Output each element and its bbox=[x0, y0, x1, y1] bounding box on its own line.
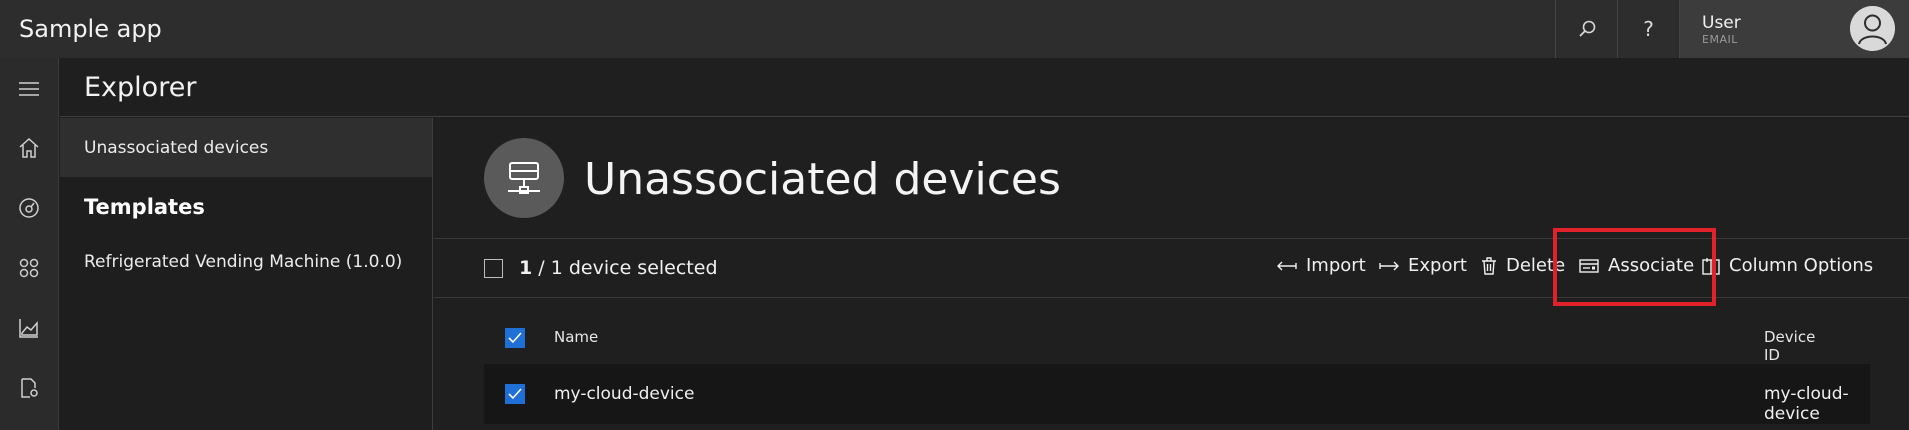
dashboard-icon[interactable] bbox=[16, 195, 42, 221]
search-button[interactable] bbox=[1555, 0, 1617, 58]
trash-icon bbox=[1482, 256, 1496, 275]
cell-device-id: my-cloud-device bbox=[1764, 384, 1849, 424]
checkmark-icon bbox=[508, 388, 522, 400]
left-nav-rail bbox=[0, 58, 59, 430]
page-title: Explorer bbox=[84, 72, 197, 103]
checkmark-icon bbox=[508, 332, 522, 344]
column-options-icon bbox=[1702, 257, 1720, 275]
import-label: Import bbox=[1306, 255, 1366, 276]
hamburger-icon[interactable] bbox=[16, 76, 42, 102]
app-title: Sample app bbox=[19, 15, 162, 43]
export-button[interactable]: Export bbox=[1379, 255, 1467, 276]
divider bbox=[434, 297, 1909, 298]
help-button[interactable]: ? bbox=[1617, 0, 1679, 58]
section-title: Unassociated devices bbox=[584, 154, 1061, 205]
top-right-actions: ? User EMAIL bbox=[1555, 0, 1909, 58]
cell-device-name[interactable]: my-cloud-device bbox=[554, 384, 694, 404]
column-header-device-id[interactable]: Device ID bbox=[1764, 328, 1834, 364]
home-icon[interactable] bbox=[16, 135, 42, 161]
device-group-icon bbox=[484, 138, 564, 218]
row-checkbox[interactable] bbox=[505, 384, 525, 404]
user-avatar-icon bbox=[1850, 6, 1895, 51]
selection-count: 1 bbox=[519, 257, 533, 279]
selection-total: / 1 device selected bbox=[538, 257, 718, 279]
delete-button[interactable]: Delete bbox=[1481, 255, 1565, 276]
import-icon bbox=[1277, 261, 1297, 270]
delete-label: Delete bbox=[1506, 255, 1566, 276]
header-checkbox[interactable] bbox=[505, 328, 525, 348]
user-menu[interactable]: User EMAIL bbox=[1679, 0, 1909, 58]
select-all-checkbox[interactable] bbox=[484, 259, 503, 278]
help-icon: ? bbox=[1643, 17, 1654, 41]
associate-button[interactable]: Associate bbox=[1579, 255, 1694, 276]
table-header: Name Device ID bbox=[484, 318, 1834, 364]
column-options-label: Column Options bbox=[1729, 255, 1874, 276]
templates-heading: Templates bbox=[84, 195, 205, 219]
analytics-icon[interactable] bbox=[16, 315, 42, 341]
column-header-name[interactable]: Name bbox=[554, 328, 598, 346]
export-icon bbox=[1379, 261, 1399, 270]
main-content: Unassociated devices 1 / 1 device select… bbox=[434, 118, 1909, 430]
top-bar: Sample app ? User EMAIL bbox=[0, 0, 1909, 58]
associate-icon bbox=[1579, 258, 1599, 273]
column-options-button[interactable]: Column Options bbox=[1702, 255, 1873, 276]
user-name: User bbox=[1702, 12, 1741, 33]
user-email: EMAIL bbox=[1702, 32, 1738, 46]
search-icon bbox=[1578, 20, 1595, 37]
side-item-template[interactable]: Refrigerated Vending Machine (1.0.0) bbox=[84, 252, 402, 272]
command-bar: 1 / 1 device selected Import Export Dele… bbox=[434, 239, 1909, 297]
side-item-unassociated-devices[interactable]: Unassociated devices bbox=[60, 118, 432, 177]
explorer-side-panel: Unassociated devices Templates Refrigera… bbox=[60, 118, 433, 430]
import-button[interactable]: Import bbox=[1277, 255, 1366, 276]
side-item-label: Unassociated devices bbox=[84, 138, 269, 158]
table-row[interactable]: my-cloud-device my-cloud-device bbox=[484, 364, 1870, 424]
apps-icon[interactable] bbox=[16, 255, 42, 281]
export-label: Export bbox=[1408, 255, 1467, 276]
avatar[interactable] bbox=[1850, 6, 1895, 51]
selection-status: 1 / 1 device selected bbox=[519, 257, 718, 279]
explorer-header: Explorer bbox=[60, 58, 1909, 117]
jobs-icon[interactable] bbox=[16, 375, 42, 401]
associate-label: Associate bbox=[1608, 255, 1695, 276]
